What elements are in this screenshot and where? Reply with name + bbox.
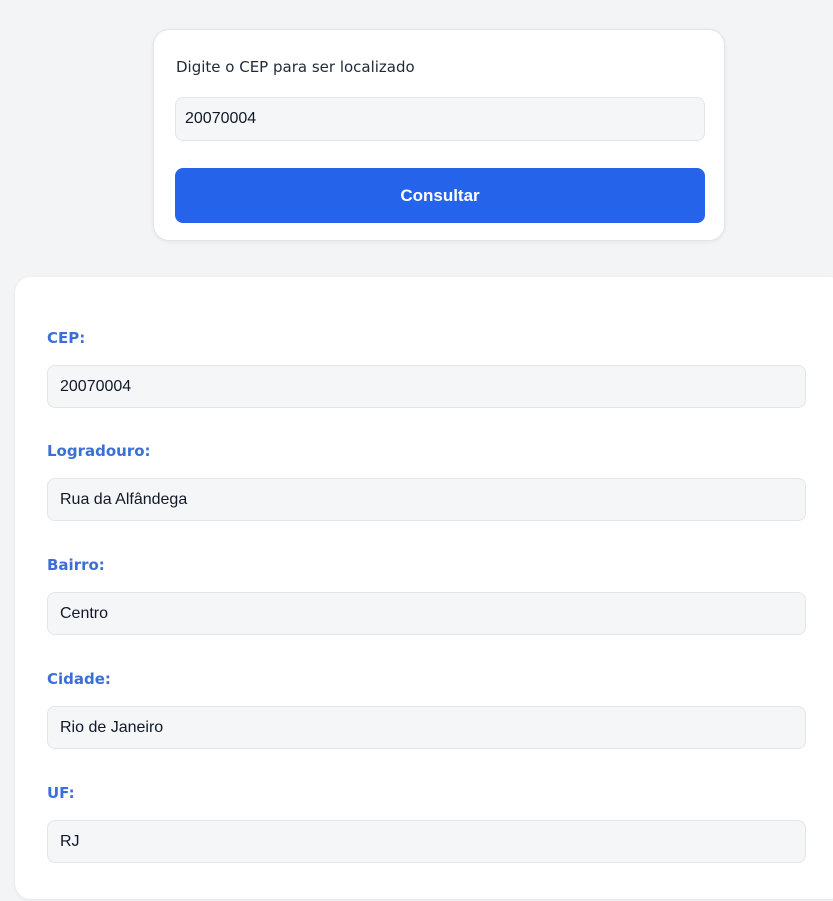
bairro-label: Bairro: [47,556,105,574]
cep-value-field: 20070004 [47,365,806,408]
address-result-card: CEP: 20070004 Logradouro: Rua da Alfânde… [15,277,833,899]
cep-search-card: Digite o CEP para ser localizado Consult… [153,29,725,241]
uf-label: UF: [47,784,75,802]
logradouro-value-field: Rua da Alfândega [47,478,806,521]
bairro-value-field: Centro [47,592,806,635]
uf-value-field: RJ [47,820,806,863]
cep-search-input[interactable] [175,97,705,141]
logradouro-label: Logradouro: [47,442,151,460]
consultar-button[interactable]: Consultar [175,168,705,223]
cep-label: CEP: [47,329,86,347]
cidade-label: Cidade: [47,670,111,688]
cep-search-label: Digite o CEP para ser localizado [176,58,415,76]
cidade-value-field: Rio de Janeiro [47,706,806,749]
